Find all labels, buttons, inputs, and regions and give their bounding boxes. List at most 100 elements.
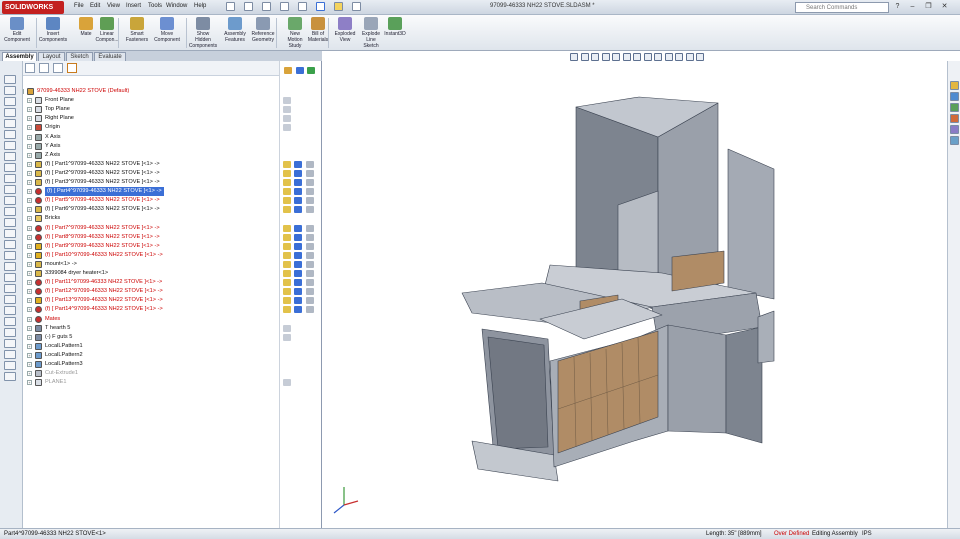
tool-icon[interactable] bbox=[4, 97, 16, 106]
tool-icon[interactable] bbox=[4, 130, 16, 139]
select-icon[interactable] bbox=[316, 2, 325, 11]
task-pane-icon[interactable] bbox=[950, 81, 959, 90]
expand-icon[interactable]: + bbox=[27, 252, 32, 258]
tool-icon[interactable] bbox=[4, 119, 16, 128]
right-cabinet-side[interactable] bbox=[725, 326, 763, 444]
expand-icon[interactable]: + bbox=[27, 180, 32, 185]
tree-item[interactable]: + (-) F guts 5 bbox=[23, 333, 279, 342]
tree-item[interactable]: + (f) [ Part14^97099-46333 NH22 STOVE ]<1… bbox=[23, 305, 279, 314]
tool-icon[interactable] bbox=[4, 174, 16, 183]
tree-item[interactable]: + Y Axis bbox=[23, 142, 279, 151]
menu-tools[interactable]: Tools bbox=[148, 3, 162, 9]
expand-icon[interactable]: + bbox=[27, 380, 32, 386]
view-tool-icon[interactable] bbox=[591, 53, 599, 61]
tool-icon[interactable] bbox=[4, 284, 16, 293]
expand-icon[interactable]: + bbox=[27, 307, 32, 313]
task-pane-icon[interactable] bbox=[950, 103, 959, 112]
tool-icon[interactable] bbox=[4, 262, 16, 271]
tree-item[interactable]: + mount<1> -> bbox=[23, 260, 279, 269]
view-tool-icon[interactable] bbox=[622, 53, 631, 61]
tool-icon[interactable] bbox=[4, 339, 16, 348]
tree-item[interactable]: + (f) [ Part4^97099-46333 NH22 STOVE ]<1>… bbox=[23, 187, 279, 197]
tab-evaluate[interactable]: Evaluate bbox=[94, 52, 126, 61]
tree-item[interactable]: + Front Plane bbox=[23, 96, 279, 105]
tool-icon[interactable] bbox=[4, 86, 16, 95]
tree-item[interactable]: + (f) [ Part5^97099-46333 NH22 STOVE ]<1>… bbox=[23, 196, 279, 205]
menu-edit[interactable]: Edit bbox=[90, 3, 100, 9]
expand-icon[interactable]: + bbox=[27, 107, 32, 113]
tree-item[interactable]: + (f) [ Part12^97099-46333 NH22 STOVE ]<1… bbox=[23, 287, 279, 296]
expand-icon[interactable]: + bbox=[27, 316, 32, 322]
tree-item[interactable]: + Top Plane bbox=[23, 105, 279, 114]
move-component-button[interactable]: Move Component bbox=[152, 17, 182, 43]
expand-icon[interactable]: + bbox=[27, 198, 32, 204]
view-tool-icon[interactable] bbox=[580, 53, 589, 61]
view-tool-icon[interactable] bbox=[633, 53, 641, 61]
smart-fasteners-button[interactable]: Smart Fasteners bbox=[122, 17, 152, 43]
tree-item[interactable]: + LocalLPattern3 bbox=[23, 360, 279, 369]
tool-icon[interactable] bbox=[4, 372, 16, 381]
tree-item[interactable]: + T hearth 5 bbox=[23, 324, 279, 333]
expand-icon[interactable]: + bbox=[27, 152, 32, 158]
tool-icon[interactable] bbox=[4, 163, 16, 172]
expand-icon[interactable]: + bbox=[27, 325, 32, 331]
close-icon[interactable]: ✕ bbox=[940, 2, 949, 11]
view-tool-icon[interactable] bbox=[570, 53, 578, 61]
undo-icon[interactable] bbox=[298, 2, 307, 11]
column-header-icon[interactable] bbox=[296, 67, 304, 74]
open-icon[interactable] bbox=[244, 2, 253, 11]
tree-item[interactable]: + (f) [ Part1^97099-46333 NH22 STOVE ]<1>… bbox=[23, 160, 279, 169]
expand-icon[interactable]: + bbox=[27, 116, 32, 122]
tool-icon[interactable] bbox=[4, 251, 16, 260]
tool-icon[interactable] bbox=[4, 75, 16, 84]
expand-icon[interactable]: + bbox=[27, 189, 32, 195]
expand-icon[interactable]: + bbox=[27, 280, 32, 286]
tool-icon[interactable] bbox=[4, 295, 16, 304]
expand-icon[interactable]: + bbox=[27, 143, 32, 149]
menu-view[interactable]: View bbox=[107, 3, 120, 9]
hinge-bracket[interactable] bbox=[757, 310, 775, 364]
column-header-icon[interactable] bbox=[307, 67, 315, 74]
tree-item[interactable]: + (f) [ Part6^97099-46333 NH22 STOVE ]<1>… bbox=[23, 205, 279, 214]
rebuild-icon[interactable] bbox=[334, 2, 343, 11]
expand-icon[interactable]: + bbox=[27, 343, 32, 349]
minimize-icon[interactable]: – bbox=[908, 2, 917, 11]
tool-icon[interactable] bbox=[4, 185, 16, 194]
tab-layout[interactable]: Layout bbox=[38, 52, 65, 61]
menu-help[interactable]: Help bbox=[194, 3, 206, 9]
feature-manager-icon[interactable] bbox=[25, 63, 35, 73]
tree-item[interactable]: + Mates bbox=[23, 315, 279, 324]
tab-assembly[interactable]: Assembly bbox=[2, 52, 37, 61]
print-icon[interactable] bbox=[280, 2, 289, 11]
task-pane-icon[interactable] bbox=[950, 136, 959, 145]
tool-icon[interactable] bbox=[4, 141, 16, 150]
tool-icon[interactable] bbox=[4, 229, 16, 238]
side-panel-right[interactable] bbox=[727, 148, 775, 300]
tool-icon[interactable] bbox=[4, 196, 16, 205]
tool-icon[interactable] bbox=[4, 361, 16, 370]
tab-sketch[interactable]: Sketch bbox=[66, 52, 93, 61]
tree-item[interactable]: + (f) [ Part7^97099-46333 NH22 STOVE ]<1>… bbox=[23, 224, 279, 233]
tool-icon[interactable] bbox=[4, 273, 16, 282]
expand-icon[interactable]: + bbox=[27, 225, 32, 231]
tool-icon[interactable] bbox=[4, 108, 16, 117]
tree-item[interactable]: + Z Axis bbox=[23, 151, 279, 160]
expand-icon[interactable]: + bbox=[27, 98, 32, 104]
tree-item[interactable]: + Right Plane bbox=[23, 114, 279, 123]
show-hidden-button[interactable]: Show Hidden Components bbox=[188, 17, 218, 49]
expand-icon[interactable]: + bbox=[27, 362, 32, 367]
view-tool-icon[interactable] bbox=[696, 53, 704, 61]
tree-item[interactable]: + X Axis bbox=[23, 133, 279, 142]
tool-icon[interactable] bbox=[4, 306, 16, 315]
graphics-area[interactable] bbox=[322, 61, 947, 528]
tree-item[interactable]: + Bricks bbox=[23, 214, 279, 223]
expand-icon[interactable]: + bbox=[27, 234, 32, 240]
new-icon[interactable] bbox=[226, 2, 235, 11]
save-icon[interactable] bbox=[262, 2, 271, 11]
tree-item[interactable]: + (f) [ Part2^97099-46333 NH22 STOVE ]<1>… bbox=[23, 169, 279, 178]
restore-icon[interactable]: ❐ bbox=[924, 2, 933, 11]
expand-icon[interactable]: + bbox=[23, 89, 24, 94]
property-manager-icon[interactable] bbox=[39, 63, 49, 73]
expand-icon[interactable]: + bbox=[27, 216, 32, 222]
expand-icon[interactable]: + bbox=[27, 207, 32, 213]
